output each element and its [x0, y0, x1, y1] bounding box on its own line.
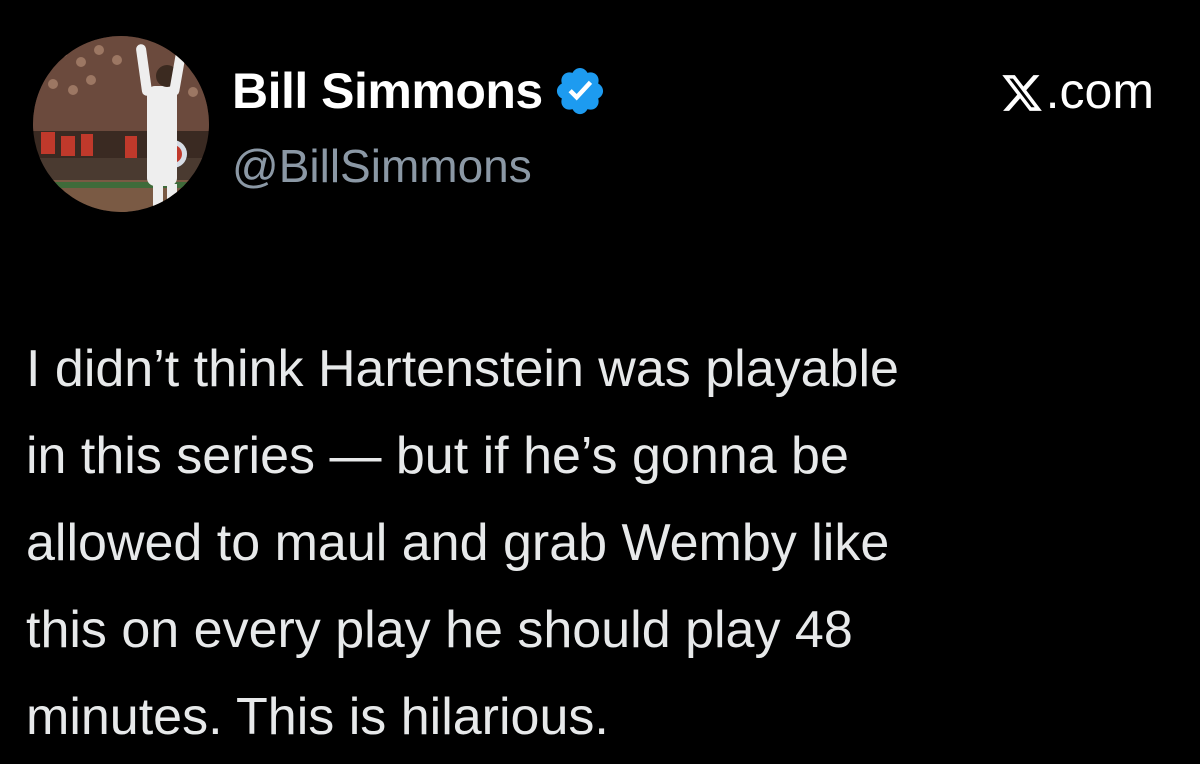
author-display-name[interactable]: Bill Simmons	[232, 60, 543, 122]
tweet-text: I didn’t think Hartenstein was playable …	[26, 326, 1176, 761]
site-domain-label: .com	[1045, 63, 1154, 119]
tweet-text-line: this on every play he should play 48	[26, 601, 853, 659]
avatar-image	[33, 36, 209, 212]
tweet-text-line: minutes. This is hilarious.	[26, 688, 609, 746]
author-name-row: Bill Simmons	[232, 60, 607, 122]
site-mark: .com	[1000, 60, 1154, 122]
author-handle[interactable]: @BillSimmons	[232, 136, 532, 196]
tweet-text-line: I didn’t think Hartenstein was playable	[26, 340, 899, 398]
verified-badge-icon	[553, 64, 607, 118]
tweet-card: Bill Simmons @BillSimmons .com I didn’t …	[0, 0, 1200, 764]
tweet-text-line: allowed to maul and grab Wemby like	[26, 514, 890, 572]
x-logo-icon	[1000, 69, 1044, 113]
tweet-text-line: in this series — but if he’s gonna be	[26, 427, 849, 485]
avatar[interactable]	[33, 36, 209, 212]
